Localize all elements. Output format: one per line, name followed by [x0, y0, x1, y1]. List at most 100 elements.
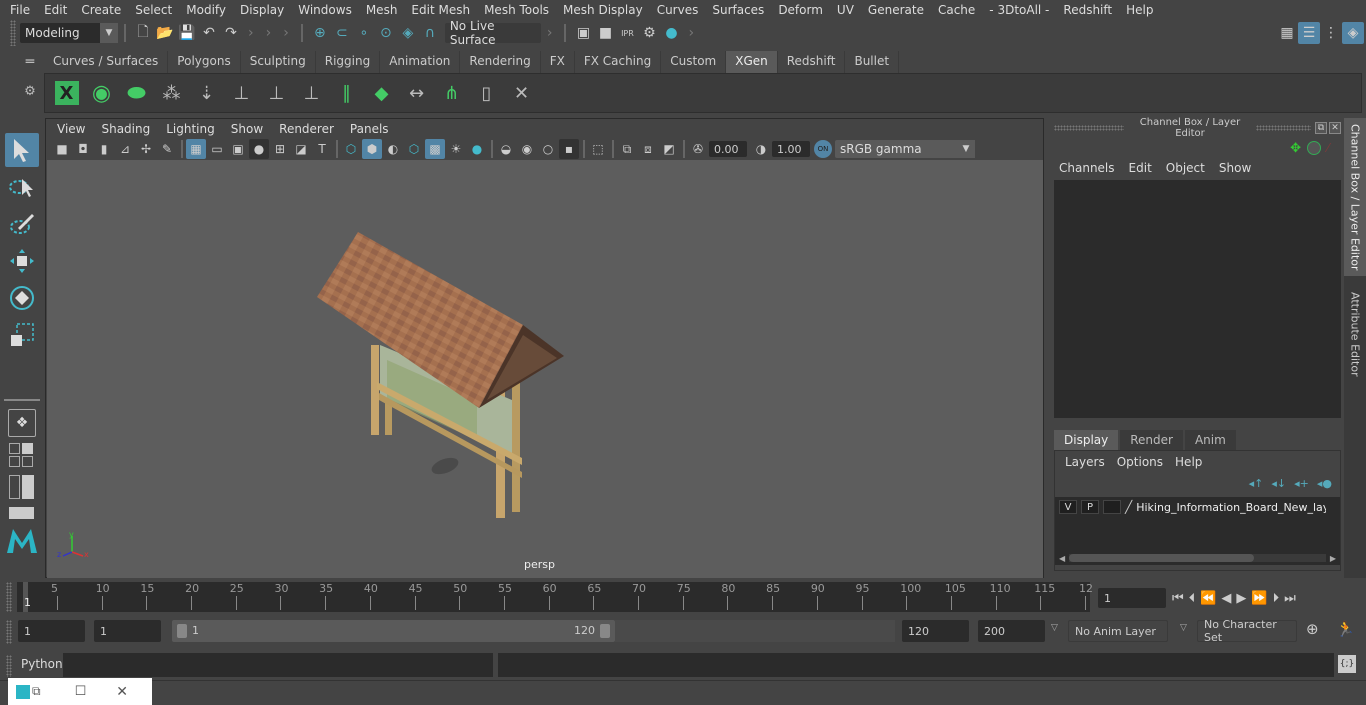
viewport-menu-show[interactable]: Show	[223, 122, 271, 136]
script-language-toggle[interactable]: Python	[21, 657, 63, 671]
collapse-icon[interactable]: ›	[248, 25, 254, 41]
film-gate-icon[interactable]: ▭	[207, 139, 227, 159]
lasso-tool-icon[interactable]	[5, 170, 39, 204]
range-drag-handle[interactable]	[6, 620, 12, 644]
xgen-editor-icon[interactable]: X	[49, 76, 84, 110]
channel-menu-object[interactable]: Object	[1159, 161, 1212, 175]
step-back-frame-icon[interactable]: ⏴	[1189, 591, 1196, 606]
xray-active-icon[interactable]: ⧈	[638, 139, 658, 159]
shelf-tab-animation[interactable]: Animation	[380, 51, 461, 73]
image-plane-icon[interactable]: ⊿	[115, 139, 135, 159]
exposure-field[interactable]: 0.00	[709, 141, 747, 157]
layer-menu-layers[interactable]: Layers	[1059, 455, 1111, 469]
panel-drag-handle[interactable]	[1054, 125, 1124, 131]
graph-persp-layout-icon[interactable]	[9, 507, 34, 519]
shelf-tab-redshift[interactable]: Redshift	[777, 51, 846, 73]
playback-start-field[interactable]: 1	[94, 620, 161, 642]
character-set-chevron-down-icon[interactable]: ▽	[1180, 623, 1187, 633]
menu-3dtoall[interactable]: - 3DtoAll -	[982, 3, 1056, 17]
render-settings-icon[interactable]: ⚙	[638, 22, 660, 44]
lock-guides-icon[interactable]: ⊥	[294, 76, 329, 110]
move-tool-icon[interactable]	[5, 244, 39, 278]
character-set-dropdown[interactable]: No Character Set	[1197, 618, 1297, 644]
menu-file[interactable]: File	[3, 3, 37, 17]
shelf-tab-rigging[interactable]: Rigging	[315, 51, 381, 73]
snap-view-plane-icon[interactable]: ⊙	[375, 22, 397, 44]
guide-bounds-icon[interactable]: ▯	[469, 76, 504, 110]
channel-menu-show[interactable]: Show	[1212, 161, 1258, 175]
float-panel-icon[interactable]: ⧉	[1315, 122, 1327, 134]
layer-tab-anim[interactable]: Anim	[1184, 430, 1236, 450]
viewport-menu-shading[interactable]: Shading	[93, 122, 158, 136]
anim-layer-chevron-down-icon[interactable]: ▽	[1051, 623, 1058, 633]
menu-help[interactable]: Help	[1119, 3, 1160, 17]
menu-mesh-display[interactable]: Mesh Display	[556, 3, 650, 17]
manipulator-axes-icon[interactable]: ✥	[1290, 141, 1301, 156]
3d-scene-view[interactable]: y x z persp	[47, 160, 1043, 578]
layer-playback-toggle[interactable]: P	[1081, 500, 1099, 514]
side-tab-attribute-editor[interactable]: Attribute Editor	[1344, 284, 1366, 384]
channel-menu-channels[interactable]: Channels	[1052, 161, 1122, 175]
shelf-settings-gear-icon[interactable]: ⚙	[17, 84, 43, 99]
outliner-persp-layout-icon[interactable]	[9, 475, 35, 499]
close-window-icon[interactable]: ✕	[116, 684, 128, 700]
viewport-menu-renderer[interactable]: Renderer	[271, 122, 342, 136]
shelf-tab-bullet[interactable]: Bullet	[845, 51, 900, 73]
shelf-tab-custom[interactable]: Custom	[661, 51, 727, 73]
menu-uv[interactable]: UV	[830, 3, 861, 17]
xray-joints-icon[interactable]: ◩	[659, 139, 679, 159]
default-material-icon[interactable]: ◐	[383, 139, 403, 159]
guide-split-icon[interactable]: ∥	[329, 76, 364, 110]
layer-horizontal-scrollbar[interactable]: ◀ ▶	[1059, 553, 1336, 563]
close-panel-icon[interactable]: ✕	[1329, 122, 1341, 134]
scroll-right-icon[interactable]: ▶	[1330, 554, 1336, 563]
menu-mesh-tools[interactable]: Mesh Tools	[477, 3, 556, 17]
menu-curves[interactable]: Curves	[650, 3, 706, 17]
layer-tab-display[interactable]: Display	[1054, 430, 1119, 450]
safe-title-icon[interactable]: T	[312, 139, 332, 159]
play-forward-icon[interactable]: ▶	[1236, 591, 1246, 606]
snap-curve-icon[interactable]: ⊂	[331, 22, 353, 44]
xray-icon[interactable]: ⧉	[617, 139, 637, 159]
step-forward-key-icon[interactable]: ⏩	[1251, 591, 1267, 606]
panel-drag-handle[interactable]	[1256, 125, 1311, 131]
menu-surfaces[interactable]: Surfaces	[705, 3, 771, 17]
snap-magnet-icon[interactable]: ∩	[419, 22, 441, 44]
current-frame-field[interactable]: 1	[1098, 588, 1166, 608]
menu-edit-mesh[interactable]: Edit Mesh	[404, 3, 477, 17]
menu-display[interactable]: Display	[233, 3, 291, 17]
animation-preferences-icon[interactable]: 🏃	[1336, 620, 1355, 638]
channel-box-toggle-icon[interactable]: ◈	[1342, 22, 1364, 44]
shelf-tab-fx[interactable]: FX	[540, 51, 575, 73]
channel-menu-edit[interactable]: Edit	[1122, 161, 1159, 175]
go-to-start-icon[interactable]: ⏮	[1172, 591, 1184, 606]
place-guides-icon[interactable]: ⇣	[189, 76, 224, 110]
wireframe-on-shaded-icon[interactable]: ⬡	[404, 139, 424, 159]
save-scene-icon[interactable]: 💾	[176, 22, 198, 44]
bookmark-icon[interactable]: ▮	[94, 139, 114, 159]
camera-select-icon[interactable]: ■	[52, 139, 72, 159]
menu-windows[interactable]: Windows	[291, 3, 359, 17]
collapse-icon[interactable]: ›	[688, 25, 694, 41]
flip-guides-icon[interactable]: ↔	[399, 76, 434, 110]
single-perspective-layout-icon[interactable]: ❖	[8, 409, 36, 437]
menu-edit[interactable]: Edit	[37, 3, 74, 17]
collapse-icon[interactable]: ›	[283, 25, 289, 41]
shelf-tab-rendering[interactable]: Rendering	[460, 51, 541, 73]
layer-name[interactable]: Hiking_Information_Board_New_laye	[1136, 501, 1326, 514]
timeline-drag-handle[interactable]	[0, 580, 17, 614]
redo-icon[interactable]: ↷	[220, 22, 242, 44]
resolution-gate-icon[interactable]: ▣	[228, 139, 248, 159]
auto-key-icon[interactable]: ⊕	[1306, 620, 1319, 638]
render-current-icon[interactable]: ■	[594, 22, 616, 44]
modeling-toolkit-icon[interactable]: ▦	[1276, 22, 1298, 44]
maximize-window-icon[interactable]: ☐	[75, 684, 87, 699]
grease-pencil-icon[interactable]: ✎	[157, 139, 177, 159]
channel-list[interactable]	[1054, 180, 1341, 418]
live-surface-field[interactable]: No Live Surface	[444, 19, 541, 47]
menu-cache[interactable]: Cache	[931, 3, 982, 17]
motion-blur-icon[interactable]: ◉	[517, 139, 537, 159]
gamma-field[interactable]: 1.00	[772, 141, 810, 157]
step-back-key-icon[interactable]: ⏪	[1200, 591, 1216, 606]
new-layer-from-selection-icon[interactable]: ◂●	[1317, 477, 1332, 490]
